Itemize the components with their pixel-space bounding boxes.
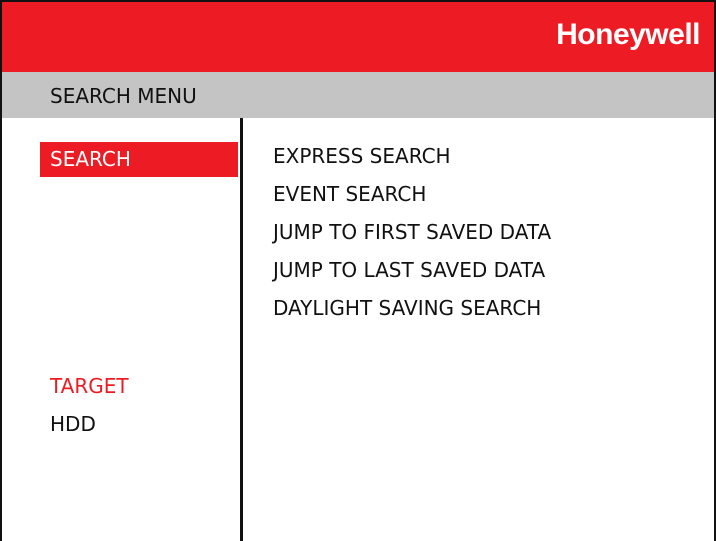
option-jump-first-saved-data[interactable]: JUMP TO FIRST SAVED DATA (273, 217, 551, 255)
option-daylight-saving-search[interactable]: DAYLIGHT SAVING SEARCH (273, 293, 551, 331)
option-jump-last-saved-data[interactable]: JUMP TO LAST SAVED DATA (273, 255, 551, 293)
search-tab-selected[interactable]: SEARCH (40, 142, 238, 177)
target-value[interactable]: HDD (50, 412, 96, 436)
target-label: TARGET (50, 374, 129, 398)
menu-title-bar: SEARCH MENU (2, 72, 714, 118)
left-panel: SEARCH TARGET HDD (2, 118, 240, 541)
menu-title: SEARCH MENU (50, 84, 197, 108)
search-tab-label: SEARCH (50, 147, 131, 171)
option-event-search[interactable]: EVENT SEARCH (273, 179, 551, 217)
panel-divider (240, 118, 243, 541)
header-bar: Honeywell (2, 2, 714, 72)
search-options-list: EXPRESS SEARCH EVENT SEARCH JUMP TO FIRS… (273, 141, 551, 331)
honeywell-logo: Honeywell (556, 18, 700, 51)
option-express-search[interactable]: EXPRESS SEARCH (273, 141, 551, 179)
